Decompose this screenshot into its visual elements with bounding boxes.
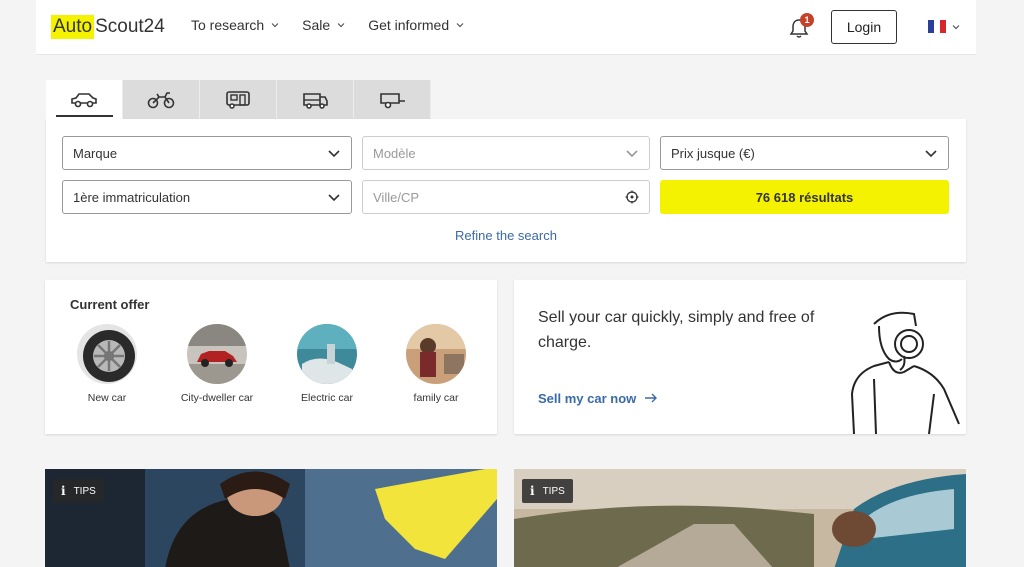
info-icon: i — [61, 484, 66, 498]
locate-icon[interactable] — [625, 190, 639, 204]
nav-get-informed[interactable]: Get informed — [368, 17, 465, 33]
refine-search-link[interactable]: Refine the search — [46, 228, 966, 243]
sell-my-car-label: Sell my car now — [538, 391, 637, 406]
nav-research[interactable]: To research — [191, 17, 280, 33]
info-icon: i — [530, 484, 535, 498]
nav-sale-label: Sale — [302, 17, 331, 33]
tab-camper[interactable] — [200, 80, 277, 119]
tip-image-road-car — [514, 469, 966, 567]
city-zip-input[interactable]: Ville/CP — [362, 180, 650, 214]
header: Auto Scout24 To research Sale Get informe… — [36, 0, 976, 55]
model-select-placeholder: Modèle — [373, 145, 416, 161]
sell-car-headline: Sell your car quickly, simply and free o… — [538, 309, 815, 351]
tips-badge-label: TIPS — [542, 485, 565, 497]
price-select-value: Prix jusque (€) — [671, 145, 755, 161]
tab-car[interactable] — [46, 80, 123, 119]
category-city-car[interactable]: City-dweller car — [176, 324, 258, 406]
france-flag-icon[interactable] — [928, 20, 946, 33]
tip-card-1[interactable]: i TIPS — [45, 469, 497, 567]
category-label: family car — [413, 392, 459, 404]
category-new-car[interactable]: New car — [66, 324, 148, 406]
tip-card-2[interactable]: i TIPS — [514, 469, 966, 567]
category-label: Electric car — [301, 392, 353, 404]
chevron-down-icon[interactable] — [951, 22, 961, 32]
category-electric-car[interactable]: Electric car — [286, 324, 368, 406]
arrow-right-icon — [644, 393, 657, 403]
tips-badge: i TIPS — [522, 479, 573, 503]
current-offer-title: Current offer — [70, 297, 150, 312]
city-car-image — [187, 324, 247, 384]
nav-research-label: To research — [191, 17, 265, 33]
tire-image — [77, 324, 137, 384]
registration-select[interactable]: 1ère immatriculation — [62, 180, 352, 214]
sell-car-card: Sell your car quickly, simply and free o… — [514, 280, 966, 434]
chevron-down-icon — [337, 23, 345, 28]
sell-my-car-link[interactable]: Sell my car now — [538, 391, 658, 406]
category-family-car[interactable]: family car — [395, 324, 477, 406]
car-icon — [71, 92, 97, 107]
camper-van-icon — [226, 90, 250, 109]
brand-select-value: Marque — [73, 145, 118, 161]
magnifier-man-illustration — [850, 311, 960, 434]
category-label: City-dweller car — [180, 392, 254, 404]
tab-motorcycle[interactable] — [123, 80, 200, 119]
search-panel: Marque Modèle Prix jusque (€) 1ère immat… — [46, 119, 966, 262]
chevron-down-icon — [925, 150, 937, 158]
chevron-down-icon — [626, 150, 638, 158]
tips-badge-label: TIPS — [73, 485, 96, 497]
category-label: New car — [87, 392, 127, 404]
tab-transporter[interactable] — [277, 80, 354, 119]
chevron-down-icon — [328, 150, 340, 158]
family-car-image — [406, 324, 466, 384]
notification-badge: 1 — [800, 13, 814, 27]
trailer-icon — [380, 92, 405, 108]
city-zip-placeholder: Ville/CP — [373, 189, 420, 205]
main-nav: To research Sale Get informed — [191, 17, 487, 33]
registration-select-value: 1ère immatriculation — [73, 189, 191, 205]
autoscout24-logo[interactable]: Auto Scout24 — [51, 14, 165, 40]
electric-car-image — [297, 324, 357, 384]
tab-trailer[interactable] — [354, 80, 431, 119]
vehicle-type-tabs — [46, 80, 431, 119]
login-button[interactable]: Login — [831, 10, 897, 44]
logo-part-scout: Scout24 — [95, 16, 165, 37]
transporter-icon — [303, 92, 328, 109]
model-select[interactable]: Modèle — [362, 136, 650, 170]
chevron-down-icon — [328, 194, 340, 202]
logo-part-auto: Auto — [51, 15, 95, 39]
current-offer-card: Current offer New car City-dweller car E… — [45, 280, 497, 434]
chevron-down-icon — [456, 23, 464, 28]
tips-badge: i TIPS — [53, 479, 104, 503]
chevron-down-icon — [271, 23, 279, 28]
brand-select[interactable]: Marque — [62, 136, 352, 170]
price-select[interactable]: Prix jusque (€) — [660, 136, 949, 170]
nav-get-informed-label: Get informed — [368, 17, 450, 33]
tip-image-woman-laptop — [45, 469, 497, 567]
show-results-button[interactable]: 76 618 résultats — [660, 180, 949, 214]
motorcycle-icon — [147, 91, 175, 108]
nav-sale[interactable]: Sale — [302, 17, 346, 33]
